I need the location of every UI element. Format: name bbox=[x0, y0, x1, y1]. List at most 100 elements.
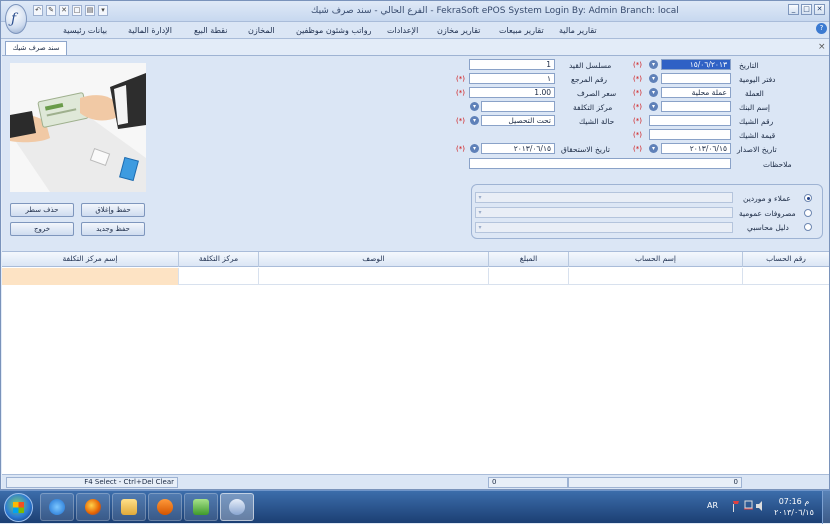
delete-row-button[interactable]: حذف سطر bbox=[10, 203, 74, 217]
ie-taskbar-button[interactable] bbox=[40, 493, 74, 521]
cheque-status-dropdown-icon[interactable]: ▾ bbox=[470, 116, 479, 125]
bar-2-dropdown-icon[interactable]: ▾ bbox=[476, 208, 484, 217]
currency-dropdown-icon[interactable]: ▾ bbox=[649, 88, 658, 97]
exchange-rate-field[interactable]: 1.00 bbox=[469, 87, 555, 98]
serial-field[interactable]: 1 bbox=[469, 59, 555, 70]
col-cost-center[interactable]: مركز التكلفة bbox=[178, 252, 258, 267]
journal-field[interactable] bbox=[661, 73, 731, 84]
menu-inventory-reports[interactable]: تقارير مخازن bbox=[437, 26, 480, 35]
start-button[interactable] bbox=[4, 493, 33, 522]
clock-date: ٢٠١٣/٠٦/١٥ bbox=[774, 508, 814, 517]
reference-field[interactable]: ١ bbox=[469, 73, 555, 84]
col-description[interactable]: الوصف bbox=[258, 252, 488, 267]
issue-date-field[interactable]: ٢٠١٣/٠٦/١٥ bbox=[661, 143, 731, 154]
date-field[interactable]: ١٥/٠٦/٢٠١٣ bbox=[661, 59, 731, 70]
window-icon[interactable]: □ bbox=[72, 5, 82, 16]
issue-date-dropdown-icon[interactable]: ▾ bbox=[649, 144, 658, 153]
bank-name-required-mark: (*) bbox=[633, 103, 642, 111]
due-date-dropdown-icon[interactable]: ▾ bbox=[470, 144, 479, 153]
currency-label: العملة bbox=[745, 89, 764, 98]
window-controls: _ □ ✕ bbox=[788, 4, 825, 15]
media-player-taskbar-button[interactable] bbox=[148, 493, 182, 521]
radio-chart-of-accounts[interactable] bbox=[804, 223, 812, 231]
cheque-status-required-mark: (*) bbox=[456, 117, 465, 125]
close-icon[interactable]: ✕ bbox=[59, 5, 69, 16]
account-type-bar-2[interactable] bbox=[475, 207, 733, 218]
customize-dropdown-icon[interactable]: ▾ bbox=[98, 5, 108, 16]
notes-field[interactable] bbox=[469, 158, 731, 169]
menu-financial-management[interactable]: الإدارة المالية bbox=[128, 26, 172, 35]
tab-close-icon[interactable]: × bbox=[818, 42, 826, 52]
bank-name-dropdown-icon[interactable]: ▾ bbox=[649, 102, 658, 111]
radio-customers-suppliers-label: عملاء و موردين bbox=[743, 194, 791, 203]
bar-1-dropdown-icon[interactable]: ▾ bbox=[476, 193, 484, 202]
menu-main-data[interactable]: بيانات رئيسية bbox=[63, 26, 107, 35]
main-window: ↶ ✎ ✕ □ ▤ ▾ الفرع الحالي - سند صرف شيك -… bbox=[0, 0, 830, 490]
recycle-taskbar-button[interactable] bbox=[184, 493, 218, 521]
cheque-status-field[interactable]: تحت التحصيل bbox=[481, 115, 555, 126]
cheque-no-label: رقم الشيك bbox=[739, 117, 774, 126]
app-menu-orb[interactable]: ƒ bbox=[5, 4, 27, 34]
media-player-icon bbox=[157, 499, 173, 515]
save-close-button[interactable]: حفظ وإغلاق bbox=[81, 203, 145, 217]
bar-3-dropdown-icon[interactable]: ▾ bbox=[476, 223, 484, 232]
explorer-taskbar-button[interactable] bbox=[112, 493, 146, 521]
list-icon[interactable]: ▤ bbox=[85, 5, 95, 16]
due-date-required-mark: (*) bbox=[456, 145, 465, 153]
close-button[interactable]: ✕ bbox=[814, 4, 825, 15]
menu-sales-reports[interactable]: تقارير مبيعات bbox=[499, 26, 544, 35]
currency-field[interactable]: عملة محلية bbox=[661, 87, 731, 98]
tab-cheque-payment[interactable]: سند صرف شيك bbox=[5, 41, 67, 55]
date-dropdown-icon[interactable]: ▾ bbox=[649, 60, 658, 69]
cell-description[interactable] bbox=[258, 268, 488, 285]
col-amount[interactable]: المبلغ bbox=[488, 252, 568, 267]
table-row[interactable] bbox=[2, 268, 829, 285]
minimize-button[interactable]: _ bbox=[788, 4, 799, 15]
cell-cost-center[interactable] bbox=[178, 268, 258, 285]
system-clock[interactable]: م 07:16 ٢٠١٣/٠٦/١٥ bbox=[772, 496, 816, 518]
epos-taskbar-button[interactable] bbox=[220, 493, 254, 521]
cell-amount[interactable] bbox=[488, 268, 568, 285]
undo-icon[interactable]: ↶ bbox=[33, 5, 43, 16]
status-total-account: 0 bbox=[568, 477, 742, 488]
col-cost-center-name[interactable]: إسم مركز التكلفة bbox=[2, 252, 178, 267]
quick-access-toolbar: ↶ ✎ ✕ □ ▤ ▾ bbox=[33, 5, 108, 16]
cheque-amount-field[interactable] bbox=[649, 129, 731, 140]
entries-grid: رقم الحساب إسم الحساب المبلغ الوصف مركز … bbox=[2, 251, 829, 476]
menu-point-of-sale[interactable]: نقطة البيع bbox=[194, 26, 227, 35]
help-icon[interactable]: ? bbox=[816, 23, 827, 34]
col-account-name[interactable]: إسم الحساب bbox=[568, 252, 742, 267]
due-date-field[interactable]: ٢٠١٣/٠٦/١٥ bbox=[481, 143, 555, 154]
show-desktop-button[interactable] bbox=[822, 491, 830, 524]
firefox-taskbar-button[interactable] bbox=[76, 493, 110, 521]
col-account-no[interactable]: رقم الحساب bbox=[742, 252, 829, 267]
recycle-bin-icon bbox=[193, 499, 209, 515]
clock-time: م 07:16 bbox=[778, 497, 810, 506]
language-indicator[interactable]: AR bbox=[707, 501, 718, 510]
menu-payroll-hr[interactable]: رواتب وشئون موظفين bbox=[296, 26, 371, 35]
menu-warehouses[interactable]: المخازن bbox=[248, 26, 275, 35]
menu-settings[interactable]: الإعدادات bbox=[387, 26, 418, 35]
journal-dropdown-icon[interactable]: ▾ bbox=[649, 74, 658, 83]
cell-cost-center-name[interactable] bbox=[2, 268, 178, 285]
ie-icon bbox=[49, 499, 65, 515]
cost-center-field[interactable] bbox=[481, 101, 555, 112]
cost-center-dropdown-icon[interactable]: ▾ bbox=[470, 102, 479, 111]
cheque-no-field[interactable] bbox=[649, 115, 731, 126]
radio-customers-suppliers[interactable] bbox=[804, 194, 812, 202]
edit-icon[interactable]: ✎ bbox=[46, 5, 56, 16]
save-new-button[interactable]: حفظ وجديد bbox=[81, 222, 145, 236]
cell-account-name[interactable] bbox=[568, 268, 742, 285]
maximize-button[interactable]: □ bbox=[801, 4, 812, 15]
issue-date-label: تاريخ الاصدار bbox=[737, 145, 777, 154]
account-type-bar-1[interactable] bbox=[475, 192, 733, 203]
cell-account-no[interactable] bbox=[742, 268, 829, 285]
bank-name-field[interactable] bbox=[661, 101, 731, 112]
cheque-illustration bbox=[10, 63, 146, 192]
exchange-rate-required-mark: (*) bbox=[456, 89, 465, 97]
date-required-mark: (*) bbox=[633, 61, 642, 69]
account-type-bar-3[interactable] bbox=[475, 222, 733, 233]
exit-button[interactable]: خروج bbox=[10, 222, 74, 236]
radio-general-expenses[interactable] bbox=[804, 209, 812, 217]
menu-financial-reports[interactable]: تقارير مالية bbox=[559, 26, 597, 35]
